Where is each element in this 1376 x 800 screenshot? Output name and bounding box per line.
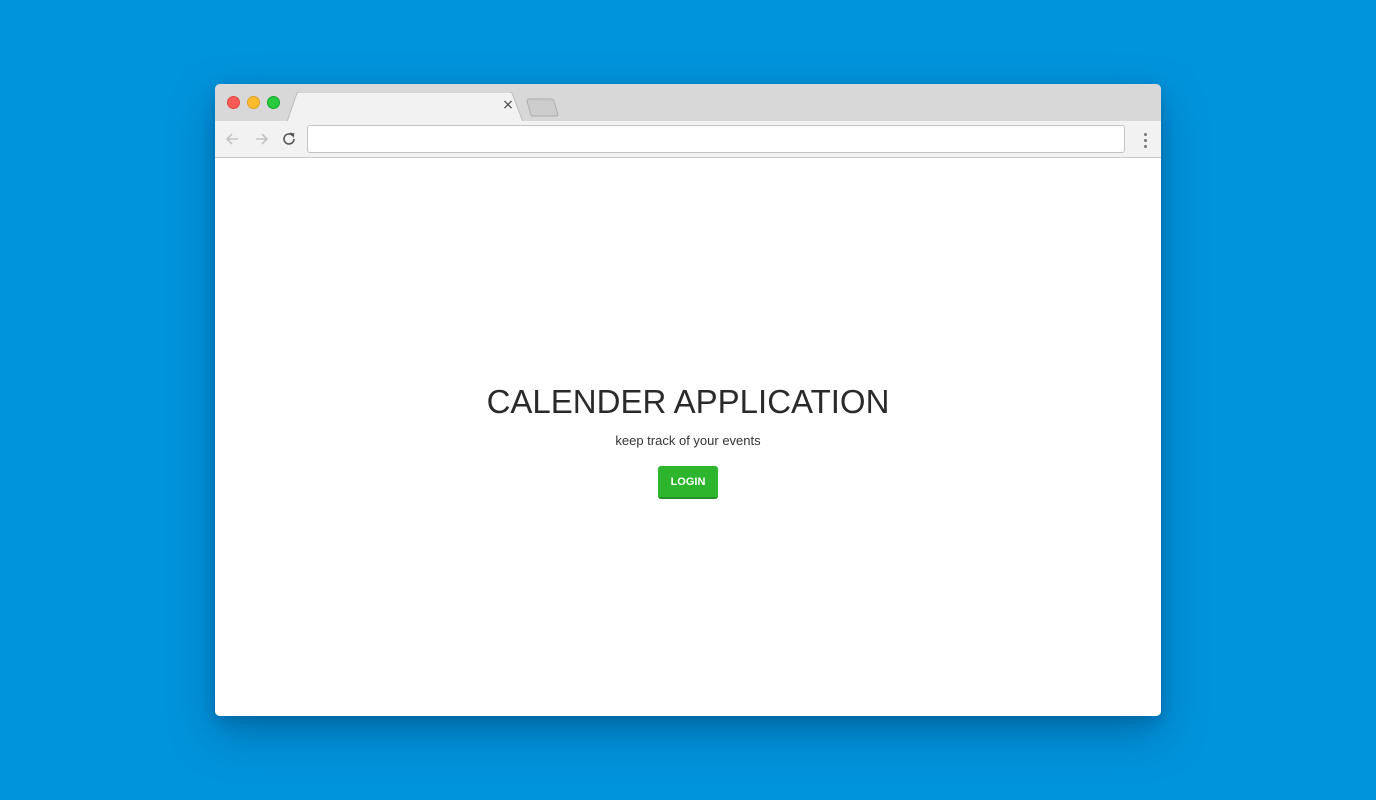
back-button[interactable] [223,129,243,149]
login-button[interactable]: LOGIN [658,466,718,499]
close-window-button[interactable] [227,96,240,109]
tab-shape [287,92,524,122]
menu-dot [1143,132,1147,136]
menu-dot [1143,144,1147,148]
more-vertical-icon[interactable] [1137,130,1153,150]
page-subtitle: keep track of your events [615,433,761,448]
forward-button[interactable] [251,129,271,149]
browser-window: × CALENDER APPLICATION keep track of you… [215,84,1161,716]
arrow-left-icon [225,133,238,145]
tab-close-icon[interactable]: × [501,98,515,112]
hero-section: CALENDER APPLICATION keep track of your … [215,382,1161,499]
arrow-right-icon [256,133,269,145]
page-viewport: CALENDER APPLICATION keep track of your … [215,159,1161,716]
maximize-window-button[interactable] [267,96,280,109]
address-input[interactable] [308,126,1124,152]
new-tab-icon [526,98,559,117]
reload-button[interactable] [279,129,299,149]
browser-tab[interactable]: × [287,92,527,122]
reload-icon [283,132,295,145]
desktop-background: × CALENDER APPLICATION keep track of you… [0,0,1376,800]
minimize-window-button[interactable] [247,96,260,109]
menu-dot [1143,138,1147,142]
browser-toolbar [215,121,1161,158]
new-tab-button[interactable] [525,98,561,118]
title-bar: × [215,84,1161,122]
page-title: CALENDER APPLICATION [486,383,890,420]
address-bar[interactable] [307,125,1125,153]
